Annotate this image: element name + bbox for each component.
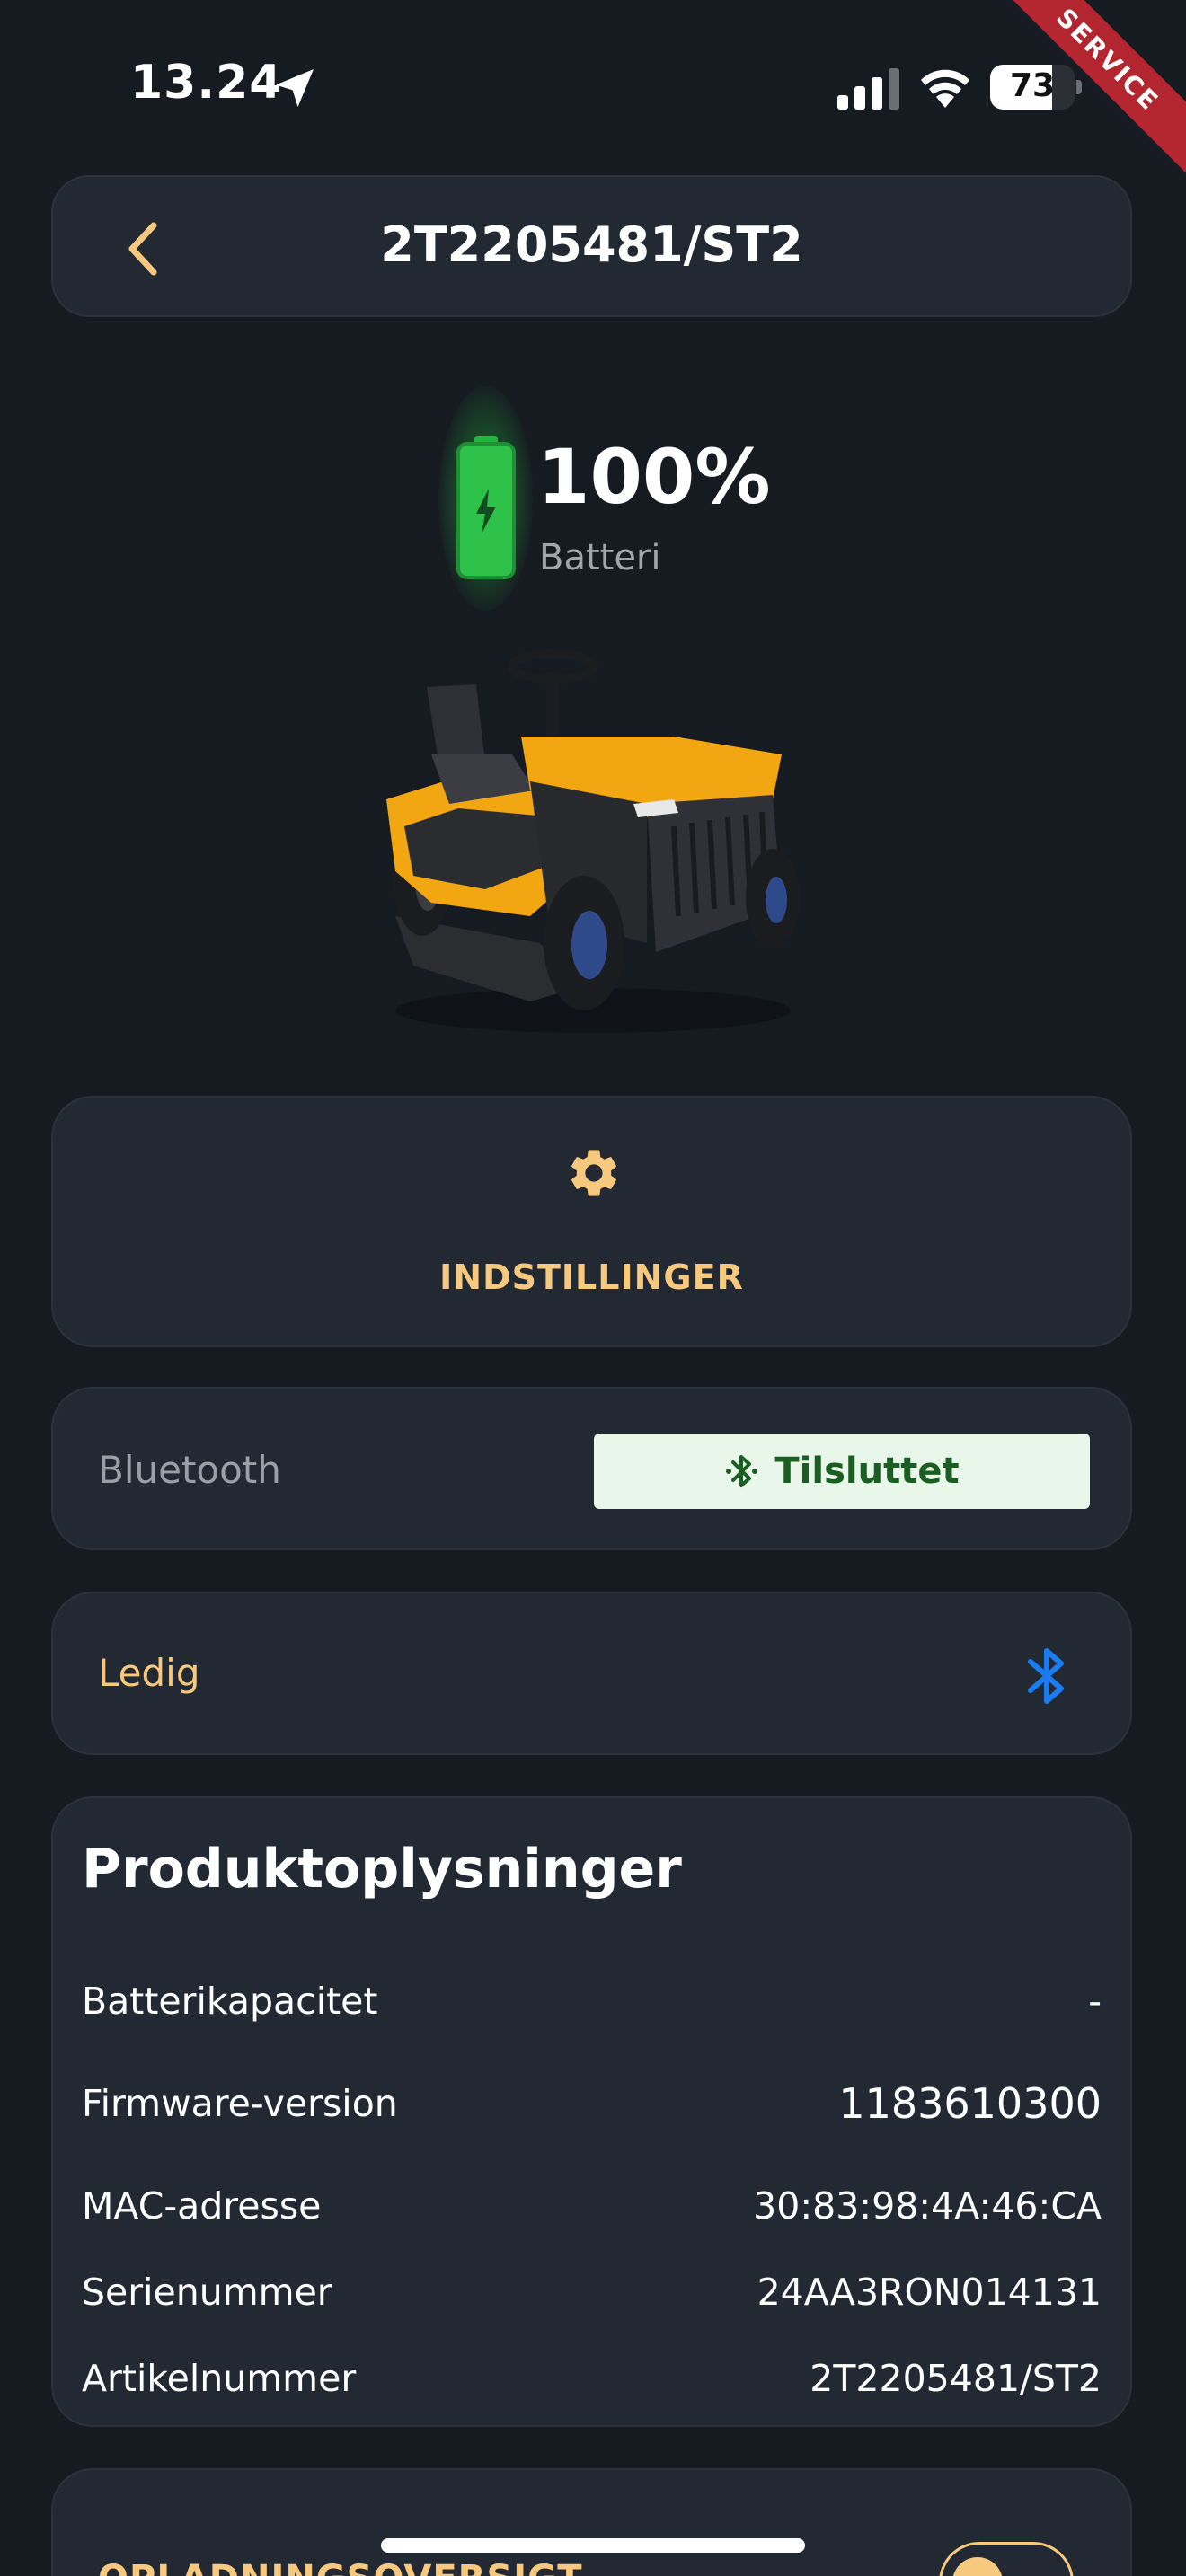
home-indicator[interactable]	[381, 2538, 805, 2553]
phone-battery-percent: 73	[1009, 67, 1056, 104]
info-key: Artikelnummer	[82, 2357, 357, 2400]
device-status-card: Ledig	[51, 1592, 1132, 1755]
info-row-firmware: Firmware-version 1183610300	[82, 2077, 1102, 2130]
phone-battery-icon: 73	[990, 65, 1082, 110]
info-value: 30:83:98:4A:46:CA	[753, 2184, 1102, 2228]
bluetooth-icon[interactable]	[1022, 1645, 1072, 1707]
info-row-mac-address: MAC-adresse 30:83:98:4A:46:CA	[82, 2179, 1102, 2233]
info-value: 2T2205481/ST2	[810, 2357, 1102, 2400]
charging-overview-toggle[interactable]	[939, 2542, 1074, 2576]
device-status-label: Ledig	[98, 1651, 200, 1695]
mower-battery-icon	[456, 436, 516, 579]
product-info-card: Produktoplysninger Batterikapacitet - Fi…	[51, 1796, 1132, 2427]
settings-label: INDSTILLINGER	[439, 1257, 744, 1297]
location-arrow-icon	[276, 69, 314, 107]
info-key: Batterikapacitet	[82, 1980, 378, 2023]
bluetooth-connected-button[interactable]: Tilsluttet	[594, 1434, 1090, 1509]
info-key: MAC-adresse	[82, 2184, 322, 2228]
info-key: Firmware-version	[82, 2082, 398, 2125]
gear-icon	[571, 1150, 616, 1196]
mower-image	[386, 649, 800, 1033]
info-row-battery-capacity: Batterikapacitet -	[82, 1974, 1102, 2028]
product-info-title: Produktoplysninger	[82, 1838, 682, 1901]
wifi-icon	[921, 69, 969, 108]
info-value: 24AA3RON014131	[757, 2271, 1102, 2314]
bluetooth-card: Bluetooth Tilsluttet	[51, 1387, 1132, 1550]
status-bar: 13.24 73 SERVICE	[0, 0, 1186, 182]
settings-button[interactable]: INDSTILLINGER	[51, 1096, 1132, 1347]
bluetooth-connected-icon	[726, 1455, 758, 1487]
page-title: 2T2205481/ST2	[380, 216, 803, 273]
clock: 13.24	[130, 56, 283, 110]
info-row-serial-number: Serienummer 24AA3RON014131	[82, 2265, 1102, 2319]
info-value: 1183610300	[838, 2079, 1102, 2128]
header-bar: 2T2205481/ST2	[51, 175, 1132, 317]
charging-overview-label: OPLADNINGSOVERSIGT	[98, 2558, 583, 2576]
cellular-signal-icon	[837, 68, 899, 110]
battery-label: Batteri	[539, 537, 661, 578]
info-row-article-number: Artikelnummer 2T2205481/ST2	[82, 2351, 1102, 2405]
bluetooth-status-text: Tilsluttet	[774, 1451, 960, 1492]
info-key: Serienummer	[82, 2271, 332, 2314]
battery-percent: 100%	[537, 433, 771, 521]
info-value: -	[1088, 1980, 1102, 2023]
bluetooth-label: Bluetooth	[98, 1448, 281, 1492]
charging-overview-card[interactable]: OPLADNINGSOVERSIGT	[51, 2468, 1132, 2576]
toggle-knob	[952, 2557, 1003, 2576]
charging-bolt-icon	[476, 488, 496, 534]
